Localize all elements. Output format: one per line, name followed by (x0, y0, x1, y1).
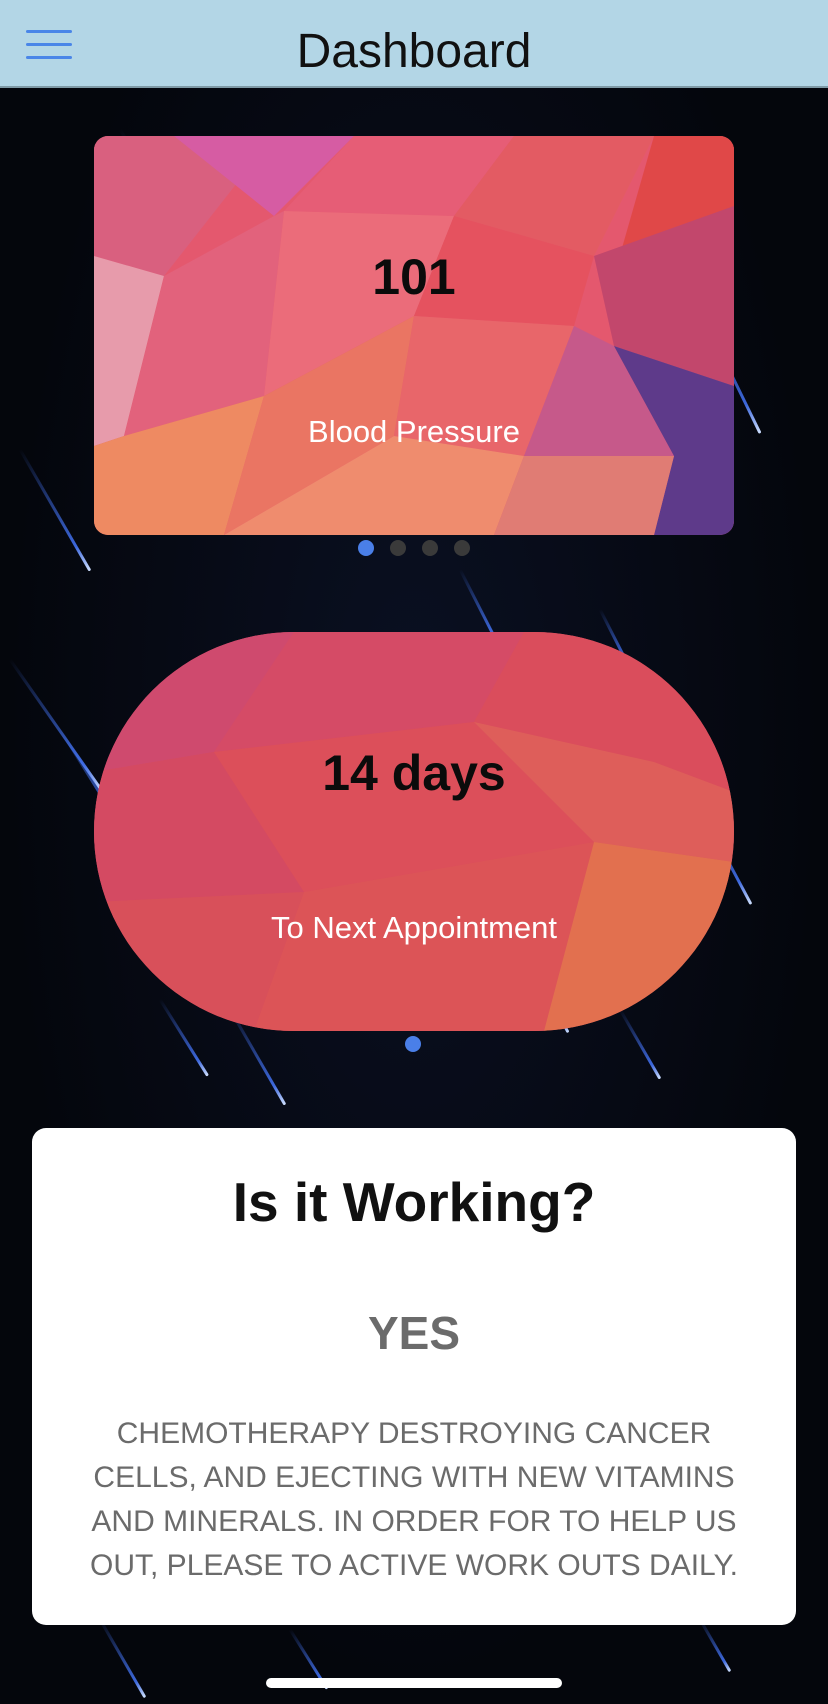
light-streak (18, 448, 92, 572)
days-to-appointment-label: To Next Appointment (270, 910, 558, 945)
page-dot[interactable] (422, 540, 438, 556)
metrics-page-indicator (358, 540, 470, 556)
blood-pressure-value: 101 (372, 249, 456, 305)
blood-pressure-card[interactable]: 101 Blood Pressure (94, 136, 734, 535)
polygon-background (94, 136, 734, 535)
days-to-appointment-value: 14 days (322, 745, 506, 801)
appointment-page-indicator (405, 1036, 421, 1052)
polygon-background (94, 632, 734, 1031)
next-appointment-card[interactable]: 14 days To Next Appointment (94, 632, 734, 1031)
light-streak (698, 1618, 732, 1673)
status-card-answer: YES (367, 1307, 461, 1359)
page-dot[interactable] (405, 1036, 421, 1052)
home-indicator[interactable] (266, 1678, 562, 1688)
light-streak (98, 1618, 147, 1699)
treatment-status-card: Is it Working? YES CHEMOTHERAPY DESTROYI… (32, 1128, 796, 1625)
page-title: Dashboard (296, 25, 532, 78)
status-card-title: Is it Working? (232, 1171, 596, 1233)
page-dot[interactable] (390, 540, 406, 556)
blood-pressure-label: Blood Pressure (308, 414, 520, 449)
navigation-bar: Dashboard (0, 0, 828, 88)
status-card-body: CHEMOTHERAPY DESTROYING CANCER CELLS, AN… (90, 1417, 738, 1582)
page-dot[interactable] (358, 540, 374, 556)
light-streak (8, 658, 104, 792)
page-dot[interactable] (454, 540, 470, 556)
